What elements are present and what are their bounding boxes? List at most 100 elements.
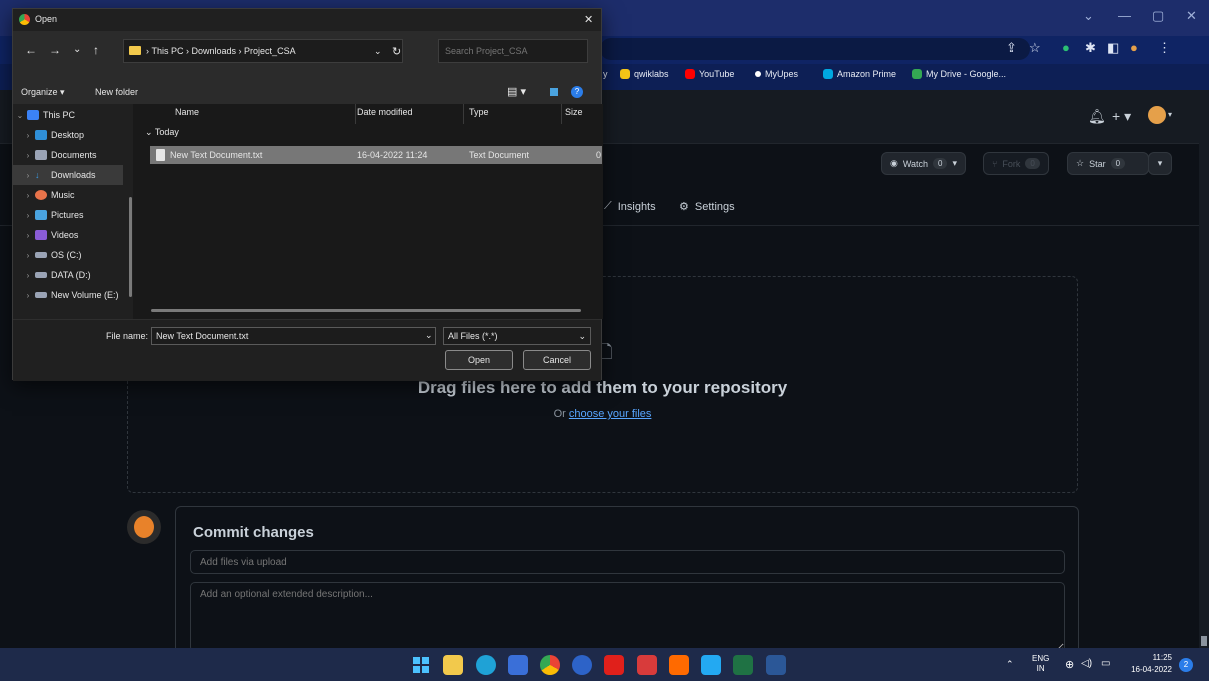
column-divider[interactable] [561,104,562,124]
bookmark-star-icon[interactable]: ☆ [1029,40,1041,56]
cancel-button[interactable]: Cancel [523,350,591,370]
nav-item-pictures[interactable]: › Pictures [13,205,131,225]
bookmark-youtube[interactable]: YouTube [685,69,734,79]
nav-item-data-d[interactable]: › DATA (D:) [13,265,131,285]
chevron-right-icon[interactable]: › [21,231,35,240]
network-icon[interactable]: ⊕ [1065,658,1074,671]
organize-button[interactable]: Organize ▾ [21,87,65,98]
address-bar[interactable] [600,38,1030,60]
chevron-right-icon[interactable]: › [21,171,35,180]
preview-pane-icon[interactable] [550,88,558,96]
close-icon[interactable]: ✕ [584,13,593,26]
word-icon[interactable] [766,655,786,675]
nav-item-music[interactable]: › Music [13,185,131,205]
view-options-icon[interactable]: ▤ ▾ [507,85,526,98]
extensions-icon[interactable]: ✱ [1085,40,1096,56]
open-button[interactable]: Open [445,350,513,370]
sublime-text-icon[interactable] [669,655,689,675]
acrobat-icon[interactable] [604,655,624,675]
breadcrumb-item-this-pc[interactable]: This PC [152,46,184,56]
commit-summary-input[interactable] [190,550,1065,574]
scrollbar-thumb[interactable] [1201,636,1207,646]
chevron-right-icon[interactable]: › [21,271,35,280]
chevron-right-icon[interactable]: › [21,191,35,200]
store-icon[interactable] [508,655,528,675]
chevron-down-icon[interactable]: ⌄ [13,111,27,120]
column-divider[interactable] [463,104,464,124]
nav-item-documents[interactable]: › Documents [13,145,131,165]
tab-insights[interactable]: ⟋ Insights [604,200,656,213]
profile-avatar-icon[interactable]: ● [1130,40,1138,55]
refresh-icon[interactable]: ↻ [392,45,401,58]
breadcrumb-item-downloads[interactable]: Downloads [192,46,237,56]
bookmark-myupes[interactable]: MyUpes [755,69,798,79]
chevron-down-icon[interactable]: ⌄ [425,330,433,341]
column-header-date[interactable]: Date modified [357,107,413,117]
watch-button[interactable]: ◉ Watch 0 ▾ [881,152,967,175]
recent-locations-icon[interactable]: ⌄ [73,44,81,55]
user-avatar[interactable] [1148,106,1166,124]
nav-item-desktop[interactable]: › Desktop [13,125,131,145]
nav-item-videos[interactable]: › Videos [13,225,131,245]
fork-button[interactable]: ⑂ Fork 0 [983,152,1049,175]
star-dropdown-button[interactable]: ▾ [1148,152,1172,175]
file-type-select[interactable]: All Files (*.*) ⌄ [443,327,591,345]
notification-badge[interactable]: 2 [1179,658,1193,672]
battery-icon[interactable]: ▭ [1101,658,1110,669]
chevron-right-icon[interactable]: › [21,291,35,300]
chevron-right-icon[interactable]: › [21,211,35,220]
nav-scrollbar[interactable] [129,197,132,297]
file-explorer-icon[interactable] [443,655,463,675]
star-button[interactable]: ☆ Star 0 [1067,152,1149,175]
column-header-type[interactable]: Type [469,107,489,117]
sidepanel-icon[interactable]: ◧ [1107,40,1119,56]
chevron-down-icon[interactable]: ⌄ [1083,8,1094,24]
forward-arrow-icon[interactable]: → [49,43,61,57]
nav-item-os-c[interactable]: › OS (C:) [13,245,131,265]
column-header-name[interactable]: Name [175,107,199,117]
commit-description-textarea[interactable] [190,582,1065,652]
edge-icon[interactable] [476,655,496,675]
minimize-icon[interactable]: — [1118,8,1131,23]
file-name-field[interactable] [151,327,436,345]
notifications-bell-icon[interactable]: 🔔︎ [1088,108,1106,125]
nav-item-downloads[interactable]: › ↓ Downloads [13,165,123,185]
column-header-size[interactable]: Size [565,107,583,117]
help-icon[interactable]: ? [571,86,583,98]
start-icon[interactable] [411,655,431,675]
create-new-plus-icon[interactable]: + ▾ [1112,108,1131,125]
back-arrow-icon[interactable]: ← [25,43,37,57]
chevron-down-icon[interactable]: ▾ [1168,110,1172,119]
clock[interactable]: 11:25 16-04-2022 [1128,652,1172,676]
nav-item-new-volume-e[interactable]: › New Volume (E:) [13,285,131,305]
page-scrollbar[interactable] [1199,90,1209,648]
bookmark-item[interactable]: y [603,69,608,79]
choose-files-link[interactable]: choose your files [569,408,652,420]
bookmark-google-drive[interactable]: My Drive - Google... [912,69,1006,79]
bookmark-qwiklabs[interactable]: qwiklabs [620,69,669,79]
tab-settings[interactable]: ⚙ Settings [679,200,735,214]
excel-icon[interactable] [733,655,753,675]
maximize-icon[interactable]: ▢ [1152,8,1164,24]
nav-item-this-pc[interactable]: ⌄ This PC [13,105,131,125]
breadcrumb-item-project[interactable]: Project_CSA [244,46,296,56]
volume-icon[interactable]: ◁) [1081,658,1092,669]
tray-overflow-icon[interactable]: ⌃ [1006,659,1014,670]
up-arrow-icon[interactable]: ↑ [93,43,99,57]
chrome-icon[interactable] [540,655,560,675]
column-divider[interactable] [355,104,356,124]
search-input[interactable] [438,39,588,63]
file-list-scrollbar[interactable] [151,309,581,312]
language-indicator[interactable]: ENG IN [1032,654,1049,674]
more-menu-icon[interactable]: ⋮ [1158,40,1171,56]
share-icon[interactable]: ⇪ [1006,40,1017,56]
breadcrumb[interactable]: › This PC › Downloads › Project_CSA ⌄ ↻ [123,39,403,63]
chevron-right-icon[interactable]: › [21,131,35,140]
file-row[interactable]: New Text Document.txt 16-04-2022 11:24 T… [150,146,602,164]
chevron-down-icon[interactable]: ⌄ [374,46,382,57]
chevron-right-icon[interactable]: › [21,251,35,260]
grammarly-extension-icon[interactable]: ● [1062,40,1070,55]
vpn-app-icon[interactable] [572,655,592,675]
new-folder-button[interactable]: New folder [95,87,138,97]
vscode-icon[interactable] [701,655,721,675]
